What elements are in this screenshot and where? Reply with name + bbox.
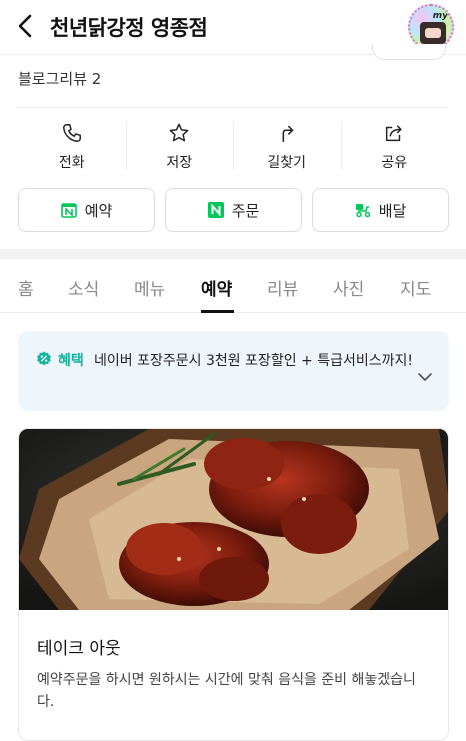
blog-review-count[interactable]: 블로그리뷰 2 xyxy=(18,68,101,89)
benefit-tag: 혜택 xyxy=(58,353,84,369)
delivery-label: 배달 xyxy=(378,201,407,220)
food-photo xyxy=(19,429,448,610)
tab-news[interactable]: 소식 xyxy=(68,275,99,300)
takeout-card[interactable]: 테이크 아웃 예약주문을 하시면 원하시는 시간에 맞춰 음식을 준비 해놓겠습… xyxy=(18,428,449,741)
delivery-scooter-icon xyxy=(355,204,370,218)
share-action[interactable]: 공유 xyxy=(340,116,449,180)
service-buttons: 예약 주문 배달 xyxy=(18,188,449,232)
star-icon xyxy=(169,123,189,142)
phone-icon xyxy=(62,124,81,142)
chevron-down-icon[interactable] xyxy=(417,371,433,383)
reserve-button[interactable]: 예약 xyxy=(18,188,155,232)
delivery-button[interactable]: 배달 xyxy=(312,188,449,232)
tab-home[interactable]: 홈 xyxy=(18,275,34,300)
share-label: 공유 xyxy=(381,155,408,171)
section-divider xyxy=(18,107,448,108)
collapsed-pill xyxy=(372,44,446,60)
tab-menu[interactable]: 메뉴 xyxy=(134,275,165,300)
section-band xyxy=(0,249,466,259)
save-label: 저장 xyxy=(166,155,193,171)
page-title: 천년닭강정 영종점 xyxy=(50,16,208,40)
reserve-label: 예약 xyxy=(84,201,113,220)
tab-bar: 홈 소식 메뉴 예약 리뷰 사진 지도 xyxy=(0,259,466,313)
order-button[interactable]: 주문 xyxy=(165,188,302,232)
benefit-banner[interactable]: 혜택 네이버 포장주문시 3천원 포장할인 + 특급서비스까지! xyxy=(18,331,449,411)
naver-calendar-icon xyxy=(60,203,77,218)
card-description: 예약주문을 하시면 원하시는 시간에 맞춰 음식을 준비 해놓겠습니다. xyxy=(37,672,416,710)
discount-badge-icon xyxy=(37,351,51,366)
directions-icon xyxy=(282,125,294,143)
avatar-face-icon xyxy=(420,22,446,44)
tab-review[interactable]: 리뷰 xyxy=(267,275,298,300)
directions-label: 길찾기 xyxy=(267,155,307,171)
tab-photo[interactable]: 사진 xyxy=(333,275,364,300)
call-action[interactable]: 전화 xyxy=(18,116,126,180)
back-arrow-icon[interactable] xyxy=(14,12,38,40)
avatar-label: my xyxy=(432,11,448,21)
directions-action[interactable]: 길찾기 xyxy=(233,116,341,180)
active-tab-indicator xyxy=(201,310,234,313)
naver-n-icon xyxy=(207,202,224,218)
save-action[interactable]: 저장 xyxy=(125,116,234,180)
benefit-text: 네이버 포장주문시 3천원 포장할인 + 특급서비스까지! xyxy=(94,353,413,369)
order-label: 주문 xyxy=(231,201,260,220)
tab-reservation[interactable]: 예약 xyxy=(201,275,232,300)
tab-map[interactable]: 지도 xyxy=(400,275,431,300)
share-icon xyxy=(386,125,402,142)
card-title: 테이크 아웃 xyxy=(37,639,121,659)
call-label: 전화 xyxy=(58,155,85,171)
action-bar: 전화 저장 길찾기 공유 xyxy=(18,116,448,180)
